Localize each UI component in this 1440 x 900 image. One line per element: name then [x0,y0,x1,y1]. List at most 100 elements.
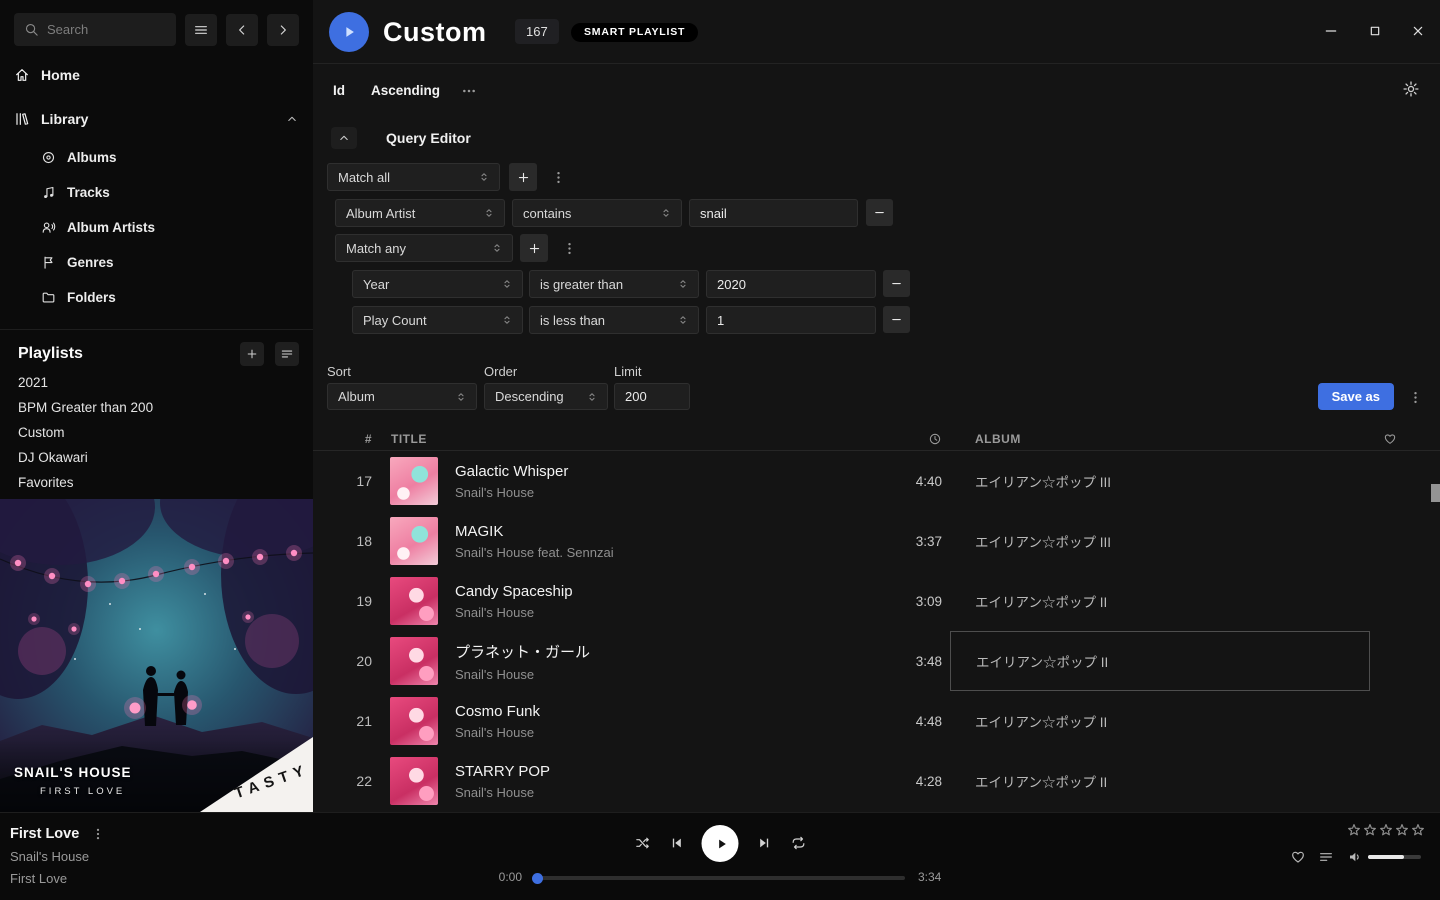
track-album[interactable]: エイリアン☆ポップ III [950,451,1370,511]
match-mode-select[interactable]: Match any [335,234,513,262]
rule-operator-select[interactable]: contains [512,199,682,227]
library-subitem[interactable]: Album Artists [0,210,313,245]
star-icon[interactable] [1378,822,1394,838]
table-row[interactable]: 17 Galactic Whisper Snail's House 4:40 エ… [313,451,1440,511]
table-row[interactable]: 21 Cosmo Funk Snail's House 4:48 エイリアン☆ポ… [313,691,1440,751]
star-icon[interactable] [1410,822,1426,838]
track-album[interactable]: エイリアン☆ポップ II [950,571,1370,631]
rule-value-input[interactable] [706,270,876,298]
now-playing-title[interactable]: First Love [10,826,79,842]
shuffle-button[interactable] [634,835,651,852]
menu-button[interactable] [185,14,217,46]
playlist-item[interactable]: Favorites [0,470,313,495]
previous-button[interactable] [668,835,685,852]
header-favorite[interactable] [1370,432,1410,446]
maximize-button[interactable] [1366,23,1384,41]
order-select[interactable]: Descending [484,383,608,410]
add-rule-button[interactable] [520,234,548,262]
playlist-item[interactable]: 2021 [0,370,313,395]
group-menu-button[interactable] [547,163,569,191]
track-album[interactable]: エイリアン☆ポップ II [950,631,1370,691]
save-as-button[interactable]: Save as [1318,383,1394,410]
seek-bar[interactable] [535,876,905,880]
sort-select[interactable]: Album [327,383,477,410]
header-number[interactable]: # [327,432,383,446]
note-icon [41,185,56,200]
next-button[interactable] [756,835,773,852]
add-rule-button[interactable] [509,163,537,191]
rule-value-input[interactable] [706,306,876,334]
album-art-thumbnail [390,577,438,625]
playlist-item[interactable]: Custom [0,420,313,445]
sidebar-item-home[interactable]: Home [0,60,313,90]
volume-slider[interactable] [1368,855,1421,859]
table-row[interactable]: 22 STARRY POP Snail's House 4:28 エイリアン☆ポ… [313,751,1440,811]
limit-input[interactable] [614,383,690,410]
rule-field-select[interactable]: Play Count [352,306,523,334]
sidebar-item-library[interactable]: Library [0,104,313,134]
rule-field-select[interactable]: Year [352,270,523,298]
now-playing-artist[interactable]: Snail's House [10,849,105,864]
favorite-button[interactable] [1289,849,1306,866]
star-icon[interactable] [1362,822,1378,838]
chevron-up-icon[interactable] [285,112,299,126]
search-box[interactable] [14,13,176,46]
library-subitem[interactable]: Tracks [0,175,313,210]
track-album[interactable]: エイリアン☆ポップ II [950,751,1370,811]
library-subitem[interactable]: Folders [0,280,313,315]
track-number: 19 [327,593,383,609]
track-album[interactable]: エイリアン☆ポップ II [950,691,1370,751]
track-album[interactable]: エイリアン☆ポップ III [950,511,1370,571]
play-pause-button[interactable] [702,825,739,862]
queue-button[interactable] [1317,849,1334,866]
seek-handle[interactable] [532,873,543,884]
header-duration[interactable] [870,432,950,446]
playlist-item[interactable]: BPM Greater than 200 [0,395,313,420]
table-row[interactable]: 19 Candy Spaceship Snail's House 3:09 エイ… [313,571,1440,631]
rule-field-value: Album Artist [346,206,415,221]
library-subitem[interactable]: Albums [0,140,313,175]
play-playlist-button[interactable] [329,12,369,52]
nav-forward-button[interactable] [267,14,299,46]
search-input[interactable] [47,22,166,37]
add-playlist-button[interactable] [240,342,264,366]
minimize-button[interactable] [1322,23,1340,41]
group-menu-button[interactable] [558,234,580,262]
sort-direction-button[interactable]: Ascending [371,83,440,98]
query-editor-collapse-button[interactable] [331,127,357,149]
header-album[interactable]: ALBUM [950,432,1370,446]
volume-button[interactable] [1346,849,1363,866]
rule-field-select[interactable]: Album Artist [335,199,505,227]
header-divider [313,63,1440,64]
track-menu-icon[interactable] [91,827,105,841]
table-row[interactable]: 18 MAGIK Snail's House feat. Sennzai 3:3… [313,511,1440,571]
rule-value-input[interactable] [689,199,858,227]
more-options-icon[interactable] [461,83,477,99]
save-menu-button[interactable] [1404,383,1426,411]
star-icon[interactable] [1394,822,1410,838]
rule-operator-select[interactable]: is greater than [529,270,699,298]
playlist-item[interactable]: DJ Okawari [0,445,313,470]
scrollbar-thumb[interactable] [1431,484,1440,502]
now-playing-art[interactable]: SNAIL'S HOUSE FIRST LOVE TASTY [0,499,313,812]
header-title[interactable]: TITLE [383,432,455,446]
sort-field-button[interactable]: Id [333,83,345,98]
close-button[interactable] [1409,23,1427,41]
gear-icon[interactable] [1402,80,1420,98]
star-icon[interactable] [1346,822,1362,838]
match-mode-select[interactable]: Match all [327,163,500,191]
sidebar-toolbar [0,0,313,46]
remove-rule-button[interactable] [883,270,910,297]
now-playing-album[interactable]: First Love [10,871,105,886]
remove-rule-button[interactable] [883,306,910,333]
remove-rule-button[interactable] [866,199,893,226]
repeat-button[interactable] [790,835,807,852]
library-subitem[interactable]: Genres [0,245,313,280]
search-icon [24,22,39,37]
table-row[interactable]: 20 プラネット・ガール Snail's House 3:48 エイリアン☆ポッ… [313,631,1440,691]
nav-back-button[interactable] [226,14,258,46]
rule-operator-select[interactable]: is less than [529,306,699,334]
track-number: 17 [327,473,383,489]
art-artist-label: SNAIL'S HOUSE [14,765,131,780]
playlist-options-button[interactable] [275,342,299,366]
